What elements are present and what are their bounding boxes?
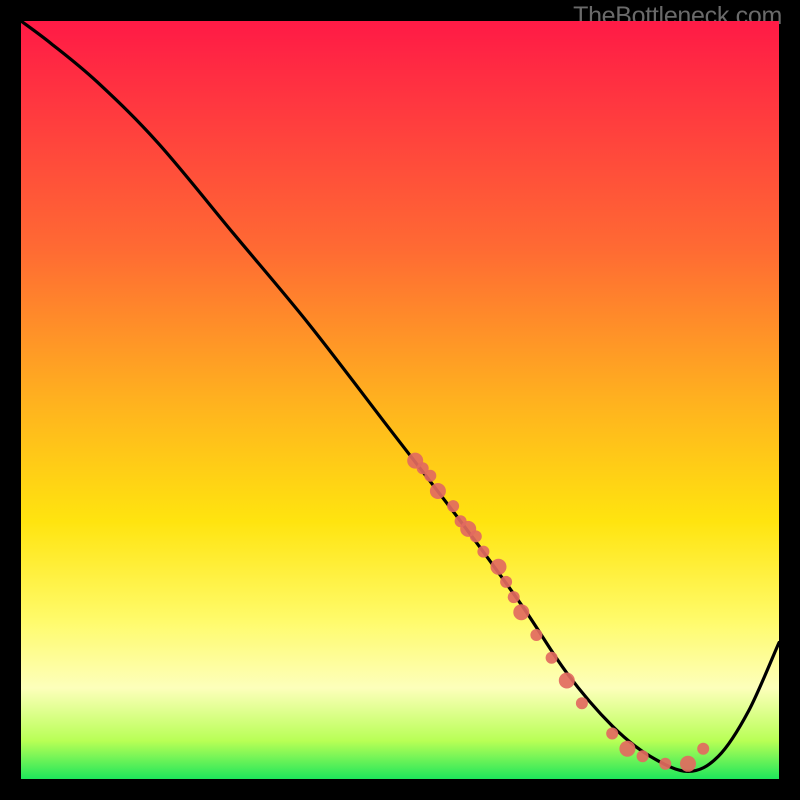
marker-point (659, 758, 671, 770)
curve-line (21, 21, 779, 771)
marker-point (491, 559, 507, 575)
marker-point (430, 483, 446, 499)
chart-container: TheBottleneck.com (0, 0, 800, 800)
marker-point (559, 673, 575, 689)
marker-point (447, 500, 459, 512)
marker-point (530, 629, 542, 641)
marker-group (407, 453, 709, 772)
marker-point (424, 470, 436, 482)
chart-svg (21, 21, 779, 779)
marker-point (606, 728, 618, 740)
marker-point (546, 652, 558, 664)
marker-point (470, 530, 482, 542)
marker-point (500, 576, 512, 588)
marker-point (508, 591, 520, 603)
marker-point (513, 604, 529, 620)
marker-point (637, 750, 649, 762)
marker-point (697, 743, 709, 755)
marker-point (576, 697, 588, 709)
marker-point (680, 756, 696, 772)
marker-point (619, 741, 635, 757)
plot-area (21, 21, 779, 779)
marker-point (477, 546, 489, 558)
